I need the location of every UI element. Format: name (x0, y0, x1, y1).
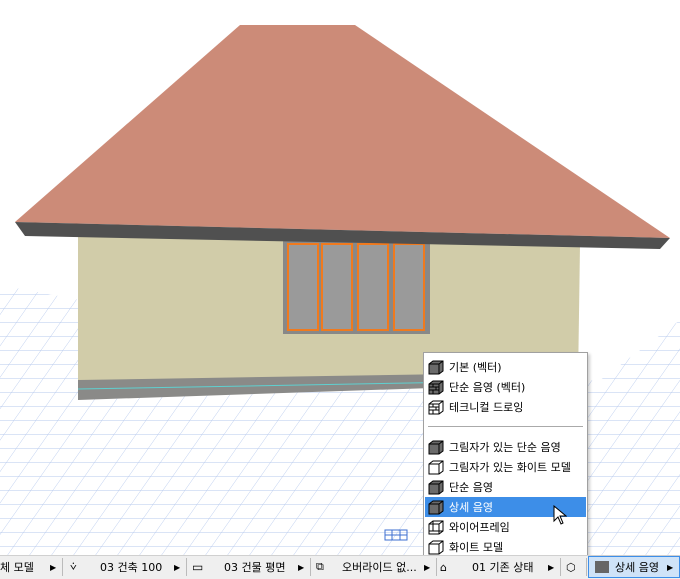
layer-label: 03 건축 100 (100, 561, 163, 574)
view-setting[interactable]: ▭ 03 건물 평면 (192, 556, 302, 578)
block-brick-dark-icon (428, 380, 444, 395)
arrow-icon[interactable]: ▶ (548, 563, 554, 572)
menu-item[interactable]: 단순 음영 (425, 477, 586, 497)
menu-item[interactable]: 기본 (벡터) (425, 357, 586, 377)
block-solid-icon (595, 561, 609, 573)
plan-icon: ▭ (192, 560, 204, 574)
layer-combination[interactable]: ⩒ 03 건축 100 (70, 556, 180, 578)
menu-item-label: 그림자가 있는 단순 음영 (449, 441, 561, 454)
override-setting[interactable]: ⧉ 오버라이드 없... (316, 556, 426, 578)
menu-item-label: 그림자가 있는 화이트 모델 (449, 461, 571, 474)
menu-item[interactable]: 단순 음영 (벡터) (425, 377, 586, 397)
render-label: 상세 음영 (615, 561, 659, 574)
cube-icon: ⬡ (566, 560, 576, 574)
menu-item-label: 상세 음영 (449, 501, 493, 514)
arrow-icon[interactable]: ▶ (50, 563, 56, 572)
override-label: 오버라이드 없... (342, 561, 417, 574)
menu-item-label: 테크니컬 드로잉 (449, 401, 524, 414)
block-white-icon (428, 460, 444, 475)
renovation-filter[interactable]: ⌂ 01 기존 상태 (440, 556, 560, 578)
render-mode-menu: 기본 (벡터) 단순 음영 (벡터) 테크니컬 드로잉그림자가 있는 단순 음영그림… (423, 352, 588, 559)
block-brick-icon (428, 400, 444, 415)
arrow-icon[interactable]: ▶ (298, 563, 304, 572)
render-mode-button[interactable]: 상세 음영 ▶ (588, 556, 680, 578)
menu-item-label: 기본 (벡터) (449, 361, 502, 374)
menu-item[interactable]: 테크니컬 드로잉 (425, 397, 586, 417)
pen-icon: ⩒ (70, 560, 77, 573)
roof (15, 25, 670, 238)
override-icon: ⧉ (316, 560, 324, 573)
block-solid-icon (428, 500, 444, 515)
menu-item-label: 화이트 모델 (449, 541, 504, 554)
block-solid-icon (428, 440, 444, 455)
house-icon: ⌂ (440, 560, 447, 574)
model-filter[interactable]: 체 모델 (0, 556, 50, 578)
menu-separator (428, 426, 583, 427)
arrow-icon: ▶ (666, 562, 674, 572)
view-label: 03 건물 평면 (224, 561, 286, 574)
menu-item-label: 와이어프레임 (449, 521, 510, 534)
mouse-cursor-icon (553, 505, 567, 525)
menu-item-label: 단순 음영 (벡터) (449, 381, 526, 394)
menu-item[interactable]: 그림자가 있는 화이트 모델 (425, 457, 586, 477)
block-solid-icon (428, 360, 444, 375)
block-white-icon (428, 540, 444, 555)
3d-window-button[interactable]: ⬡ (566, 556, 588, 578)
menu-item-label: 단순 음영 (449, 481, 493, 494)
model-label: 체 모델 (0, 561, 34, 574)
arrow-icon[interactable]: ▶ (174, 563, 180, 572)
menu-item[interactable]: 화이트 모델 (425, 537, 586, 557)
menu-item[interactable]: 그림자가 있는 단순 음영 (425, 437, 586, 457)
block-wire-icon (428, 520, 444, 535)
arrow-icon[interactable]: ▶ (424, 563, 430, 572)
renovation-label: 01 기존 상태 (472, 561, 534, 574)
block-solid-icon (428, 480, 444, 495)
status-bar: 체 모델 ▶ ⩒ 03 건축 100 ▶ ▭ 03 건물 평면 ▶ ⧉ 오버라이드 없… (0, 555, 680, 579)
